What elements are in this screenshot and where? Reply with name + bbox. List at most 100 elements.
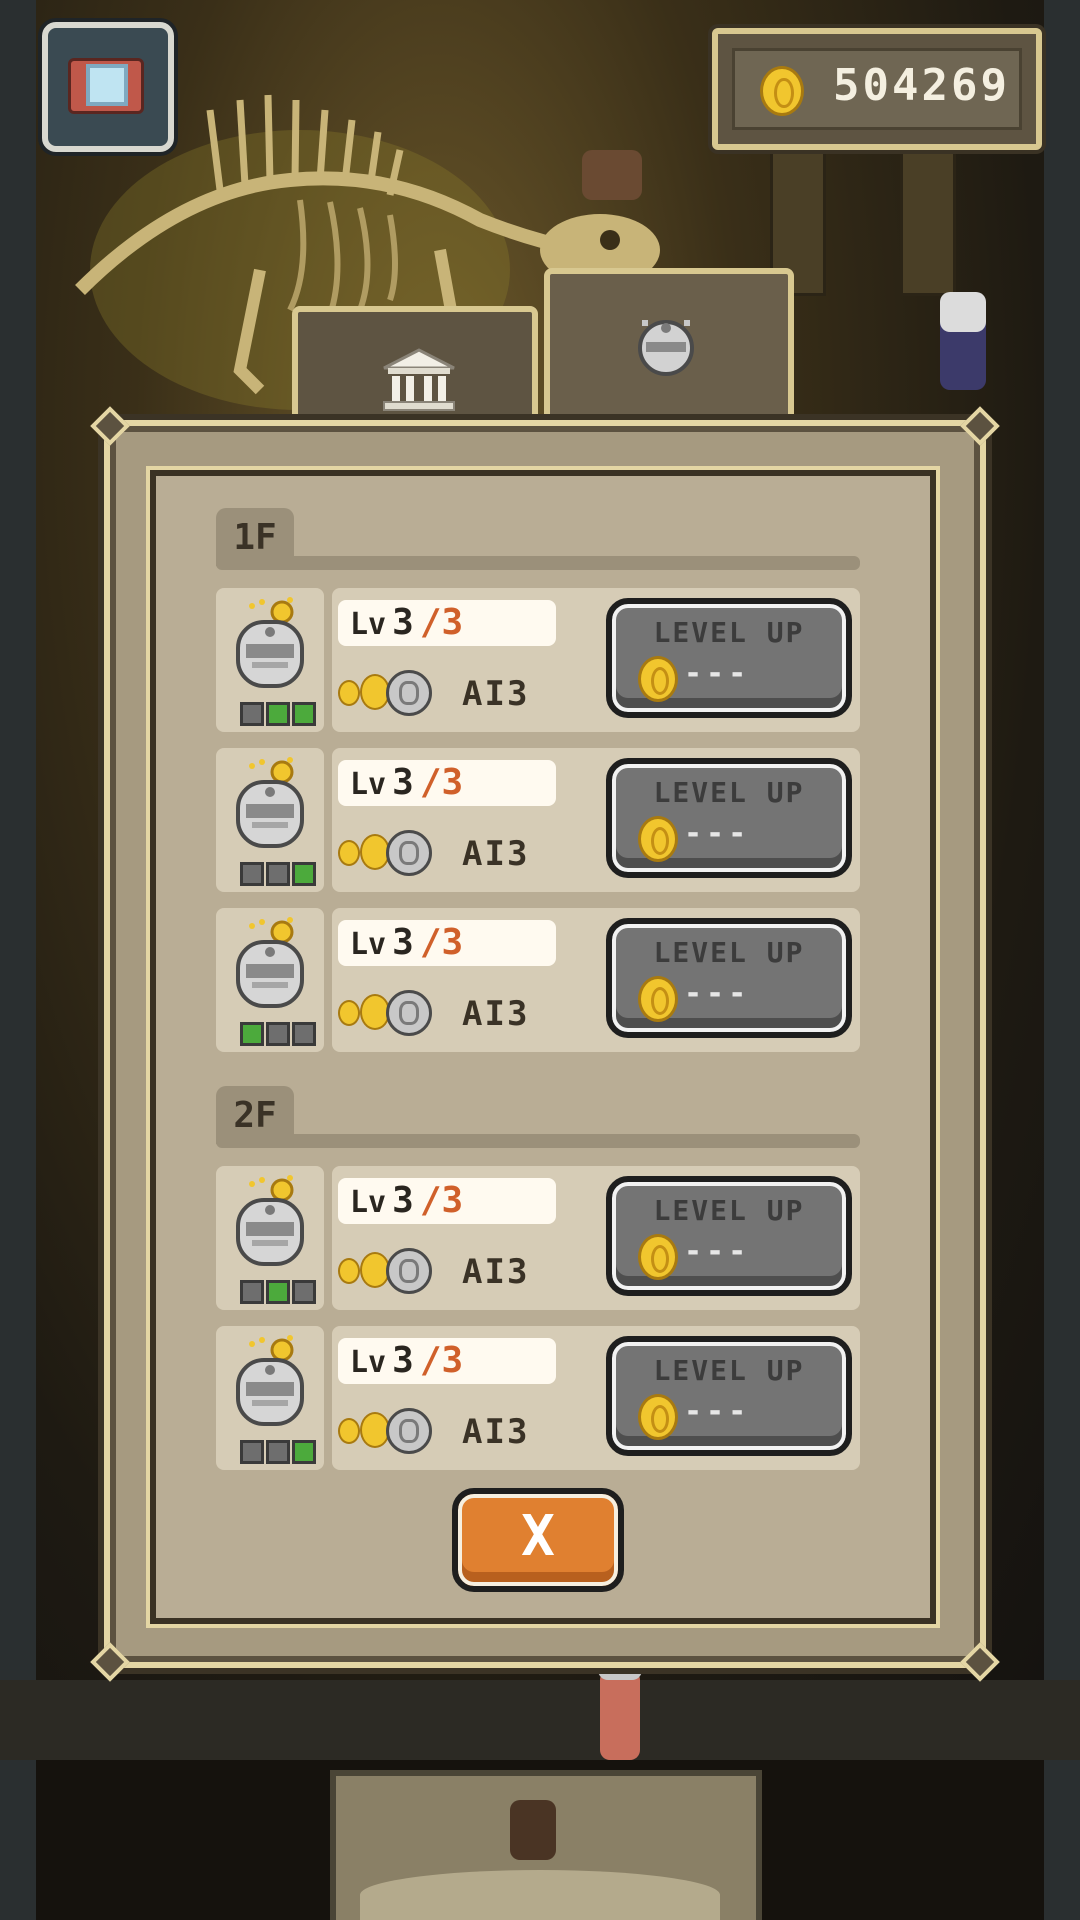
robot-cleaner-icon (236, 757, 304, 848)
level-badge: Lv 3/3 (338, 760, 556, 806)
ai-info: AI3 (338, 826, 578, 876)
ai-slot (266, 862, 290, 886)
camera-button[interactable] (42, 22, 174, 152)
robot-mini-icon (386, 990, 432, 1036)
robot-info: Lv 3/3 AI3 LEVEL UP --- (332, 908, 860, 1052)
level-up-button[interactable]: LEVEL UP --- (606, 918, 852, 1038)
exhibit-platform (360, 1870, 720, 1920)
level-up-button[interactable]: LEVEL UP --- (606, 758, 852, 878)
level-max: /3 (419, 1340, 464, 1381)
level-up-button[interactable]: LEVEL UP --- (606, 1336, 852, 1456)
robot-cleaner-icon (236, 917, 304, 1008)
coin-icon (338, 1258, 360, 1284)
ai-slot (266, 1022, 290, 1046)
robot-info: Lv 3/3 AI3 LEVEL UP --- (332, 588, 860, 732)
ai-slot (240, 862, 264, 886)
level-up-cost: --- (684, 1234, 751, 1269)
coin-balance-display: 504269 (712, 28, 1042, 150)
level-up-button[interactable]: LEVEL UP --- (606, 598, 852, 718)
ai-slot-indicator (240, 1280, 316, 1304)
robot-portrait (216, 1326, 324, 1470)
coin-balance-amount: 504269 (833, 60, 1010, 111)
level-up-cost: --- (684, 1394, 751, 1429)
visitor-figure (510, 1800, 556, 1860)
ai-slot (292, 1022, 316, 1046)
robot-portrait (216, 588, 324, 732)
floor-border (0, 1680, 1080, 1760)
level-badge: Lv 3/3 (338, 600, 556, 646)
ai-info: AI3 (338, 1404, 578, 1454)
level-value: 3 (392, 602, 414, 643)
coin-icon (338, 1418, 360, 1444)
robot-info: Lv 3/3 AI3 LEVEL UP --- (332, 1166, 860, 1310)
camera-lens-icon (86, 64, 128, 106)
robot-mini-icon (386, 1408, 432, 1454)
ai-slot (292, 1440, 316, 1464)
pillar (900, 140, 956, 296)
close-button[interactable]: X (452, 1488, 624, 1592)
floor-divider (216, 556, 860, 570)
robot-row: Lv 3/3 AI3 LEVEL UP --- (216, 588, 860, 732)
ai-level: AI3 (462, 834, 530, 874)
ai-slot-indicator (240, 1440, 316, 1464)
coin-icon (338, 1000, 360, 1026)
ai-info: AI3 (338, 986, 578, 1036)
level-badge: Lv 3/3 (338, 1338, 556, 1384)
level-up-button[interactable]: LEVEL UP --- (606, 1176, 852, 1296)
gold-coin-icon (638, 1234, 678, 1280)
level-value: 3 (392, 922, 414, 963)
ai-slot-indicator (240, 702, 316, 726)
robot-portrait (216, 1166, 324, 1310)
robot-cleaner-icon (236, 1335, 304, 1426)
level-up-cost: --- (684, 976, 751, 1011)
left-wall (0, 0, 36, 1920)
tab-robots[interactable] (544, 268, 794, 444)
level-label: Lv (350, 1185, 387, 1220)
robot-mini-icon (386, 670, 432, 716)
floor-divider (216, 1134, 860, 1148)
robot-cleaner-icon (236, 1175, 304, 1266)
robot-row: Lv 3/3 AI3 LEVEL UP --- (216, 1326, 860, 1470)
level-up-label: LEVEL UP (653, 776, 805, 809)
level-up-cost: --- (684, 816, 751, 851)
ai-slot (240, 702, 264, 726)
gold-coin-icon (638, 1394, 678, 1440)
level-max: /3 (419, 762, 464, 803)
robot-row: Lv 3/3 AI3 LEVEL UP --- (216, 1166, 860, 1310)
level-up-label: LEVEL UP (653, 1354, 805, 1387)
robot-row: Lv 3/3 AI3 LEVEL UP --- (216, 908, 860, 1052)
level-value: 3 (392, 762, 414, 803)
ai-slot (240, 1022, 264, 1046)
level-value: 3 (392, 1180, 414, 1221)
ai-slot (240, 1280, 264, 1304)
gold-coin-icon (760, 66, 804, 116)
gold-coin-icon (638, 656, 678, 702)
right-wall (1044, 0, 1080, 1920)
ai-level: AI3 (462, 994, 530, 1034)
visitor-figure (600, 1670, 640, 1760)
level-label: Lv (350, 1345, 387, 1380)
robot-info: Lv 3/3 AI3 LEVEL UP --- (332, 748, 860, 892)
robot-row: Lv 3/3 AI3 LEVEL UP --- (216, 748, 860, 892)
robot-info: Lv 3/3 AI3 LEVEL UP --- (332, 1326, 860, 1470)
level-max: /3 (419, 922, 464, 963)
ai-slot (266, 1440, 290, 1464)
ai-level: AI3 (462, 1412, 530, 1452)
gold-coin-icon (638, 816, 678, 862)
level-up-label: LEVEL UP (653, 936, 805, 969)
ai-level: AI3 (462, 674, 530, 714)
level-max: /3 (419, 1180, 464, 1221)
ai-slot (292, 862, 316, 886)
ai-info: AI3 (338, 1244, 578, 1294)
ai-slot (292, 702, 316, 726)
ai-slot (292, 1280, 316, 1304)
visitor-head (940, 292, 986, 332)
level-label: Lv (350, 927, 387, 962)
robot-portrait (216, 908, 324, 1052)
ai-level: AI3 (462, 1252, 530, 1292)
robot-mini-icon (386, 830, 432, 876)
ai-info: AI3 (338, 666, 578, 716)
robot-cleaner-icon (638, 320, 694, 376)
coin-icon (338, 680, 360, 706)
level-badge: Lv 3/3 (338, 1178, 556, 1224)
